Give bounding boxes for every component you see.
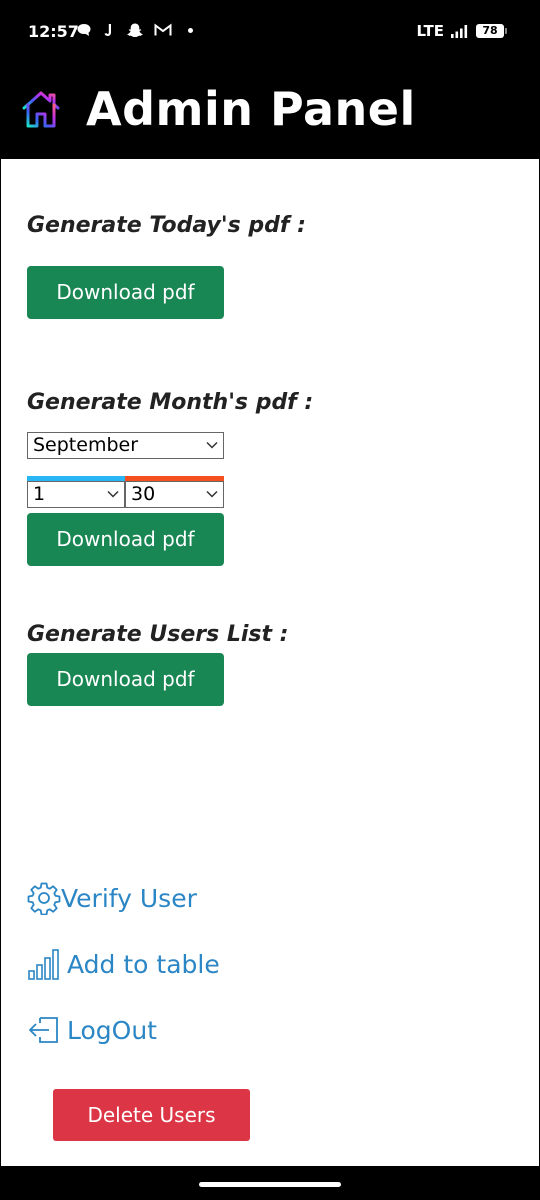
logout-link[interactable]: LogOut (27, 1013, 157, 1047)
logout-label: LogOut (67, 1015, 157, 1045)
status-bar: 12:57 LTE 78 (0, 0, 540, 64)
gmail-icon (154, 23, 172, 36)
chat-icon (77, 24, 91, 36)
chevron-down-icon (107, 490, 119, 498)
bar-chart-icon (28, 949, 59, 980)
day-from-select[interactable]: 1 (27, 481, 125, 508)
chevron-down-icon (206, 441, 218, 449)
snapchat-icon (127, 23, 143, 37)
signal-icon (451, 25, 468, 38)
network-type: LTE (416, 22, 444, 40)
day-to-select[interactable]: 30 (125, 481, 224, 508)
system-nav-bar (0, 1166, 540, 1200)
logout-icon (29, 1017, 58, 1043)
verify-user-link[interactable]: Verify User (27, 881, 197, 915)
users-list-label: Generate Users List : (27, 622, 289, 647)
today-pdf-label: Generate Today's pdf : (27, 213, 306, 238)
download-today-pdf-button[interactable]: Download pdf (27, 266, 224, 319)
page-title: Admin Panel (86, 82, 416, 136)
notification-icons (76, 22, 193, 38)
day-to-value: 30 (131, 483, 156, 505)
gear-icon (27, 882, 61, 915)
month-select[interactable]: September (27, 432, 224, 459)
chevron-down-icon (206, 490, 218, 498)
battery-icon: 78 (476, 24, 507, 38)
month-select-value: September (33, 434, 139, 456)
j-app-icon (104, 24, 111, 36)
main-content: Generate Today's pdf : Download pdf Gene… (1, 159, 539, 1166)
add-to-table-label: Add to table (67, 949, 220, 979)
add-to-table-link[interactable]: Add to table (27, 947, 220, 981)
verify-user-label: Verify User (61, 883, 197, 913)
download-month-pdf-button[interactable]: Download pdf (27, 513, 224, 566)
day-from-value: 1 (33, 483, 46, 505)
more-dot-icon (188, 27, 193, 33)
status-time: 12:57 (28, 22, 79, 41)
download-users-pdf-button[interactable]: Download pdf (27, 653, 224, 706)
house-gradient-icon (22, 91, 60, 128)
delete-users-button[interactable]: Delete Users (53, 1089, 250, 1141)
status-right: LTE 78 (416, 22, 507, 40)
home-gesture-handle[interactable] (199, 1182, 341, 1187)
month-pdf-label: Generate Month's pdf : (27, 390, 314, 415)
app-header: Admin Panel (0, 64, 540, 159)
